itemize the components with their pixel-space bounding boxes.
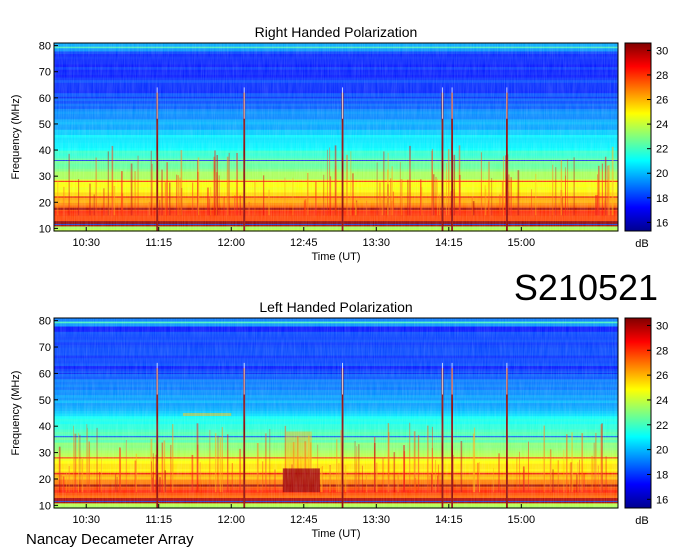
colorbar-tick-label: 20 [656, 445, 668, 457]
y-tick-label: 30 [39, 171, 51, 183]
colorbar-tick-label: 30 [656, 45, 668, 57]
x-tick-label: 11:15 [145, 237, 172, 249]
y-tick-label: 80 [39, 316, 51, 328]
panel-right-polarization: Right Handed Polarization 10 20 30 40 50 60 70 8… [10, 24, 668, 263]
y-tick-label: 70 [39, 342, 51, 354]
colorbar [624, 42, 652, 232]
x-tick-label: 15:00 [508, 514, 536, 526]
y-tick-label: 20 [39, 474, 51, 486]
colorbar-tick-label: 18 [656, 469, 668, 481]
spectrogram-figure: S210521 Nancay Decameter Array Right Han… [10, 24, 668, 548]
y-tick-label: 10 [39, 500, 51, 512]
y-tick-label: 70 [39, 67, 51, 79]
y-tick-label: 30 [39, 448, 51, 460]
x-tick-label: 12:45 [290, 514, 318, 526]
colorbar-label: dB [635, 515, 648, 527]
colorbar-tick-label: 20 [656, 168, 668, 180]
colorbar-tick-label: 16 [656, 494, 668, 506]
x-tick-label: 12:00 [217, 514, 245, 526]
y-tick-label: 40 [39, 145, 51, 157]
colorbar-label: dB [635, 238, 648, 250]
y-tick-label: 10 [39, 223, 51, 235]
colorbar [624, 317, 652, 509]
y-tick-label: 20 [39, 197, 51, 209]
plot-title: Right Handed Polarization [255, 24, 418, 40]
y-tick-label: 80 [39, 41, 51, 53]
x-tick-label: 11:15 [145, 514, 172, 526]
colorbar-tick-label: 24 [656, 395, 668, 407]
colorbar-tick-label: 26 [656, 95, 668, 107]
x-tick-label: 15:00 [508, 237, 536, 249]
y-tick-label: 60 [39, 368, 51, 380]
plot-title: Left Handed Polarization [259, 299, 412, 315]
y-tick-label: 50 [39, 395, 51, 407]
x-tick-label: 14:15 [435, 237, 463, 249]
panel-left-polarization: Left Handed Polarization 10 20 30 40 50 60 70 80… [10, 299, 668, 540]
x-tick-label: 10:30 [72, 237, 100, 249]
colorbar-tick-label: 24 [656, 119, 668, 131]
event-label: S210521 [514, 267, 658, 308]
y-tick-label: 60 [39, 93, 51, 105]
colorbar-tick-label: 28 [656, 345, 668, 357]
y-tick-label: 40 [39, 421, 51, 433]
x-tick-label: 10:30 [72, 514, 100, 526]
colorbar-tick-label: 26 [656, 370, 668, 382]
colorbar-tick-label: 22 [656, 420, 668, 432]
x-axis-label: Time (UT) [311, 528, 360, 540]
noise-overlay [54, 43, 618, 231]
colorbar-tick-label: 30 [656, 320, 668, 332]
instrument-label: Nancay Decameter Array [26, 531, 194, 548]
x-axis-label: Time (UT) [311, 251, 360, 263]
x-tick-label: 13:30 [363, 514, 391, 526]
x-tick-label: 13:30 [363, 237, 391, 249]
colorbar-tick-label: 22 [656, 144, 668, 156]
x-tick-label: 14:15 [435, 514, 463, 526]
colorbar-tick-label: 16 [656, 217, 668, 229]
y-tick-label: 50 [39, 119, 51, 131]
y-axis-label: Frequency (MHz) [10, 371, 22, 456]
x-tick-label: 12:45 [290, 237, 318, 249]
y-axis-label: Frequency (MHz) [10, 95, 22, 180]
colorbar-tick-label: 28 [656, 70, 668, 82]
x-tick-label: 12:00 [217, 237, 245, 249]
colorbar-tick-label: 18 [656, 193, 668, 205]
noise-overlay [54, 318, 618, 508]
